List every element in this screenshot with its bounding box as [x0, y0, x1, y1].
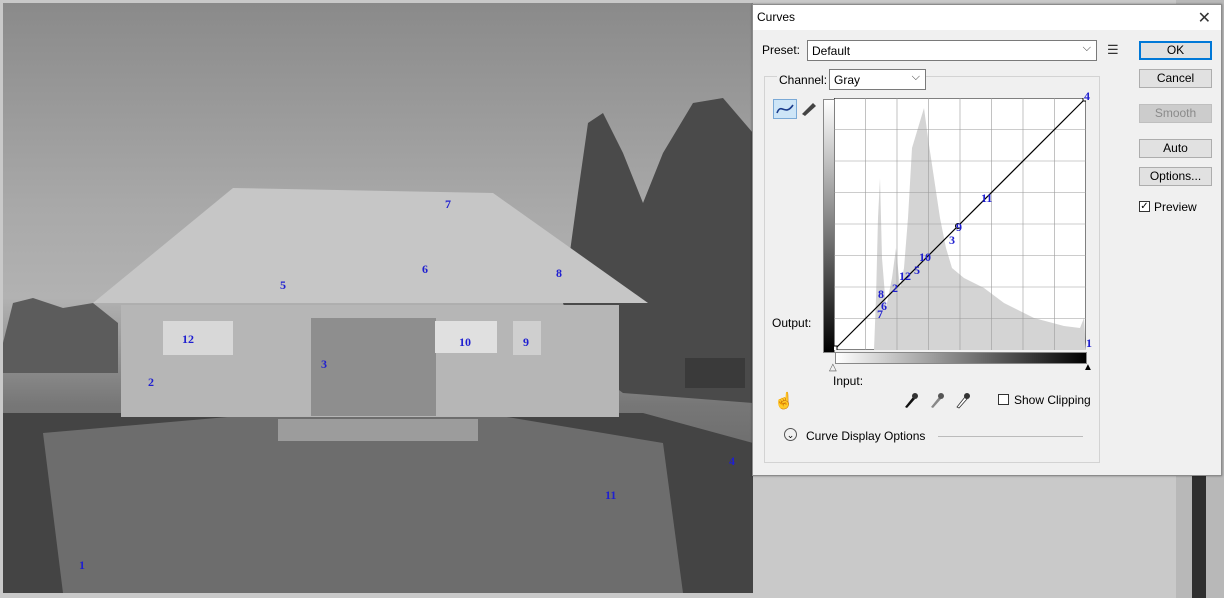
- channel-select[interactable]: Gray ⌵: [829, 69, 926, 90]
- input-label: Input:: [833, 374, 864, 388]
- photo-marker: 3: [321, 357, 327, 371]
- preview-label: Preview: [1154, 200, 1197, 214]
- curve-marker: 2: [892, 281, 898, 295]
- smooth-button[interactable]: Smooth: [1139, 104, 1212, 123]
- photo-canvas[interactable]: 1 2 3 4 5 6 7 8 9 10 11 12: [3, 3, 753, 593]
- show-clipping-checkbox[interactable]: [998, 394, 1009, 405]
- preview-checkbox[interactable]: ✓: [1139, 201, 1150, 212]
- chevron-down-icon: ⌵: [911, 71, 920, 83]
- photo-marker: 10: [459, 335, 471, 349]
- photo-marker: 5: [280, 278, 286, 292]
- curve-marker: 12: [899, 269, 911, 283]
- black-eyedropper-icon[interactable]: [903, 391, 919, 414]
- channel-value: Gray: [834, 73, 861, 87]
- curve-marker: 11: [981, 191, 993, 205]
- ok-button[interactable]: OK: [1139, 41, 1212, 60]
- curve-marker: 3: [949, 233, 955, 247]
- preset-label: Preset:: [762, 43, 801, 57]
- curve-marker: 4: [1084, 89, 1090, 103]
- input-gradient-bar: [835, 352, 1087, 364]
- curve-tool-icon[interactable]: [773, 99, 797, 119]
- dialog-title: Curves: [757, 10, 796, 24]
- curves-dialog: Curves ✕ Preset: Default ⌵ ☰ Channel: Gr…: [752, 4, 1222, 476]
- curve-display-options-label[interactable]: Curve Display Options: [806, 429, 925, 443]
- curve-marker: 5: [914, 263, 920, 277]
- curve-marker: 1: [1086, 336, 1092, 350]
- show-clipping-label: Show Clipping: [1014, 393, 1091, 407]
- output-label: Output:: [772, 316, 812, 330]
- preset-value: Default: [812, 44, 851, 58]
- white-eyedropper-icon[interactable]: [955, 391, 971, 414]
- gray-eyedropper-icon[interactable]: [929, 391, 945, 414]
- photo-marker: 2: [148, 375, 154, 389]
- options-button[interactable]: Options...: [1139, 167, 1212, 186]
- preset-menu-icon[interactable]: ☰: [1107, 42, 1119, 58]
- close-icon[interactable]: ✕: [1198, 8, 1211, 28]
- workspace-scrollbar[interactable]: [1192, 470, 1206, 598]
- preset-select[interactable]: Default ⌵: [807, 40, 1097, 61]
- divider: [938, 436, 1083, 437]
- photo-marker: 12: [182, 332, 194, 346]
- photo-marker: 9: [523, 335, 529, 349]
- channel-label: Channel:: [777, 73, 830, 87]
- target-adjust-hand-icon[interactable]: ☝: [774, 391, 794, 411]
- curve-marker: 9: [956, 220, 962, 234]
- black-point-slider[interactable]: △: [829, 362, 837, 373]
- auto-button[interactable]: Auto: [1139, 139, 1212, 158]
- curve-marker: 10: [919, 250, 931, 264]
- photo-marker: 11: [605, 488, 617, 502]
- curve-point-black: [834, 345, 838, 350]
- pencil-icon[interactable]: [798, 99, 822, 119]
- photo-marker: 4: [729, 454, 735, 468]
- photo-marker: 6: [422, 262, 428, 276]
- curve-marker: 7: [877, 307, 883, 321]
- cancel-button[interactable]: Cancel: [1139, 69, 1212, 88]
- expand-chevron-icon[interactable]: ⌄: [784, 428, 797, 441]
- photo-scene: [3, 98, 753, 593]
- photo-marker: 7: [445, 197, 451, 211]
- photo-marker: 8: [556, 266, 562, 280]
- dialog-titlebar[interactable]: Curves ✕: [753, 5, 1221, 30]
- photo-marker: 1: [79, 558, 85, 572]
- white-point-slider[interactable]: ▲: [1083, 362, 1093, 373]
- chevron-down-icon: ⌵: [1082, 42, 1091, 54]
